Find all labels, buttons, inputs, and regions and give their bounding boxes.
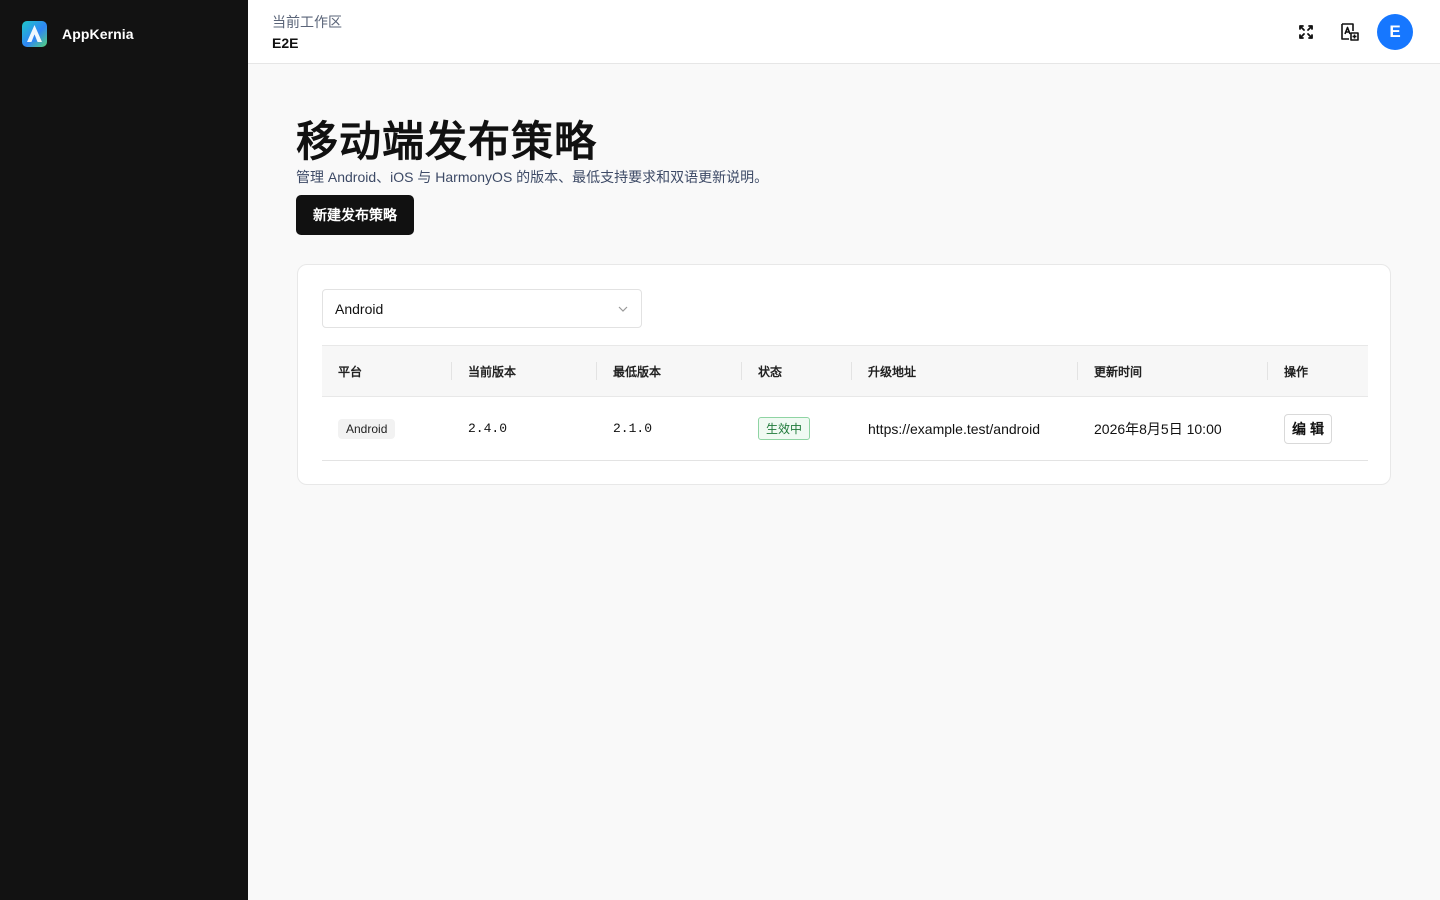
brand[interactable]: AppKernia — [22, 21, 134, 47]
column-header-updated-at: 更新时间 — [1094, 364, 1143, 379]
chevron-down-icon — [618, 306, 628, 312]
cell-actions: 编辑 — [1284, 397, 1332, 460]
fullscreen-button[interactable] — [1294, 20, 1318, 44]
policy-table: 平台 当前版本 最低版本 状态 升级地址 更新时间 操作 Android 2.4… — [322, 345, 1368, 461]
column-header-actions: 操作 — [1284, 364, 1309, 379]
platform-tag: Android — [338, 418, 396, 439]
table-row: Android 2.4.0 2.1.0 生效中 https://example.… — [322, 397, 1368, 461]
page-description: 管理 Android、iOS 与 HarmonyOS 的版本、最低支持要求和双语… — [296, 169, 769, 185]
column-header-current-version: 当前版本 — [468, 364, 517, 379]
cell-min-version: 2.1.0 — [613, 421, 653, 436]
fullscreen-icon — [1299, 25, 1313, 39]
user-avatar[interactable]: E — [1377, 14, 1413, 50]
app-logo — [22, 21, 47, 47]
translate-icon — [1341, 23, 1359, 41]
cell-current-version: 2.4.0 — [468, 421, 508, 436]
column-divider — [596, 362, 597, 380]
cell-platform: Android — [338, 397, 396, 460]
cell-upgrade-url: https://example.test/android — [868, 420, 1040, 437]
cell-updated-at: 2026年8月5日 10:00 — [1094, 420, 1222, 437]
column-divider — [1077, 362, 1078, 380]
column-header-status: 状态 — [758, 364, 783, 379]
platform-select[interactable]: Android — [322, 289, 642, 328]
language-button[interactable] — [1338, 20, 1362, 44]
column-header-upgrade-url: 升级地址 — [868, 364, 917, 379]
cell-status: 生效中 — [758, 397, 811, 460]
status-badge: 生效中 — [758, 417, 811, 440]
column-divider — [1267, 362, 1268, 380]
policy-card: Android 平台 当前版本 最低版本 状态 升级地址 更新时间 操作 And… — [297, 264, 1391, 485]
table-header: 平台 当前版本 最低版本 状态 升级地址 更新时间 操作 — [322, 345, 1368, 397]
column-divider — [741, 362, 742, 380]
create-release-policy-button[interactable]: 新建发布策略 — [296, 195, 414, 235]
column-divider — [451, 362, 452, 380]
workspace-name[interactable]: E2E — [272, 35, 298, 51]
edit-button[interactable]: 编辑 — [1284, 413, 1332, 444]
top-header: 当前工作区 E2E E — [248, 0, 1440, 64]
platform-select-value: Android — [335, 300, 384, 317]
column-header-min-version: 最低版本 — [613, 364, 662, 379]
workspace-label: 当前工作区 — [272, 14, 342, 30]
app-name: AppKernia — [62, 26, 134, 42]
column-divider — [851, 362, 852, 380]
page-title: 移动端发布策略 — [296, 118, 598, 165]
column-header-platform: 平台 — [338, 364, 363, 379]
sidebar: AppKernia — [0, 0, 248, 900]
